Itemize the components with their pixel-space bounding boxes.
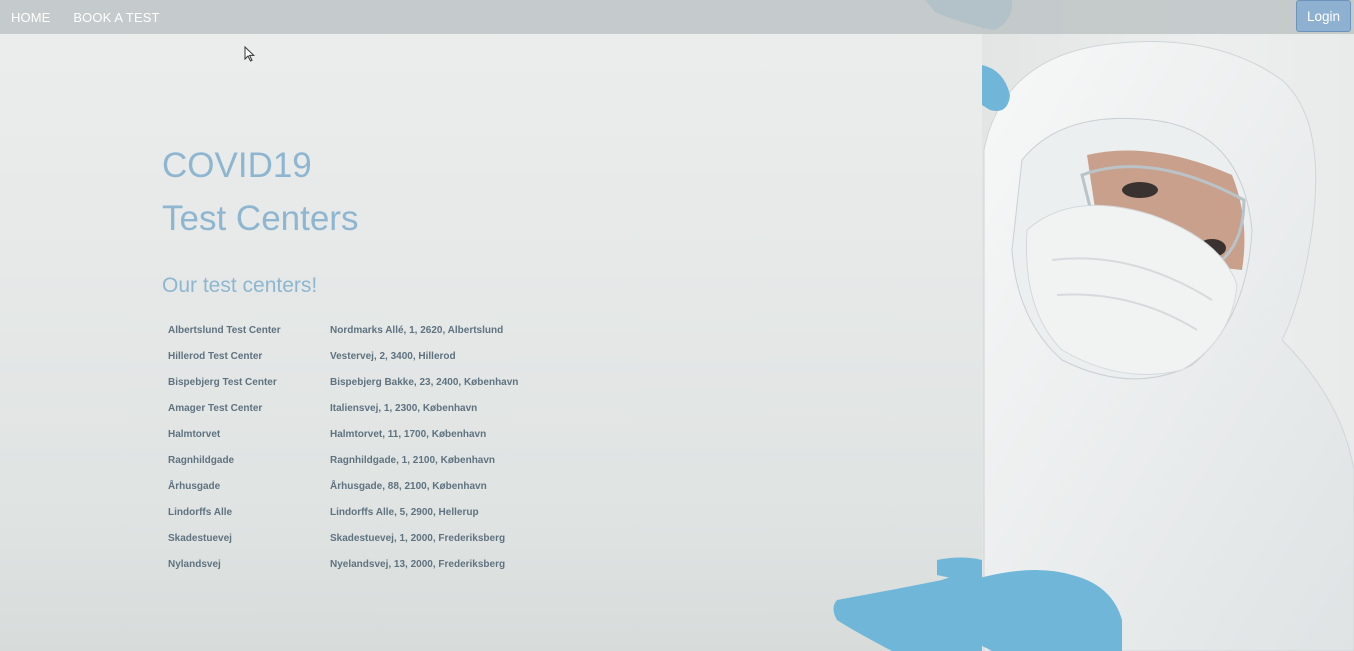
- center-address: Nordmarks Allé, 1, 2620, Albertslund: [330, 324, 504, 336]
- center-address: Nyelandsvej, 13, 2000, Frederiksberg: [330, 558, 506, 570]
- center-address: Skadestuevej, 1, 2000, Frederiksberg: [330, 532, 506, 544]
- center-name: Lindorffs Alle: [168, 506, 233, 518]
- table-row: Albertslund Test Center Nordmarks Allé, …: [162, 317, 518, 343]
- hero-illustration: [982, 0, 1354, 651]
- center-name: Bispebjerg Test Center: [168, 376, 277, 388]
- center-name: Århusgade: [168, 480, 221, 492]
- table-row: Skadestuevej Skadestuevej, 1, 2000, Fred…: [162, 525, 518, 551]
- center-name: Halmtorvet: [168, 428, 221, 440]
- table-row: Nylandsvej Nyelandsvej, 13, 2000, Freder…: [162, 551, 518, 577]
- center-name: Skadestuevej: [168, 532, 232, 544]
- center-address: Ragnhildgade, 1, 2100, København: [330, 454, 496, 466]
- center-name: Amager Test Center: [168, 402, 263, 414]
- center-name: Ragnhildgade: [168, 454, 235, 466]
- test-centers-table: Albertslund Test Center Nordmarks Allé, …: [162, 317, 518, 577]
- center-name: Nylandsvej: [168, 558, 221, 570]
- mouse-cursor-icon: [244, 46, 256, 62]
- center-address: Bispebjerg Bakke, 23, 2400, København: [330, 376, 519, 388]
- table-row: Halmtorvet Halmtorvet, 11, 1700, Københa…: [162, 421, 518, 447]
- top-navbar: HOME BOOK A TEST Login: [0, 0, 1354, 34]
- hazmat-person-image: [982, 0, 1354, 651]
- table-row: Bispebjerg Test Center Bispebjerg Bakke,…: [162, 369, 518, 395]
- table-row: Amager Test Center Italiensvej, 1, 2300,…: [162, 395, 518, 421]
- center-name: Albertslund Test Center: [168, 324, 281, 336]
- table-row: Hillerod Test Center Vestervej, 2, 3400,…: [162, 343, 518, 369]
- login-button[interactable]: Login: [1296, 0, 1351, 32]
- center-address: Halmtorvet, 11, 1700, København: [330, 428, 487, 440]
- center-address: Vestervej, 2, 3400, Hillerod: [330, 350, 456, 362]
- glove-icon: [833, 557, 982, 651]
- center-address: Lindorffs Alle, 5, 2900, Hellerup: [330, 506, 479, 518]
- table-row: Århusgade Århusgade, 88, 2100, København: [162, 473, 518, 499]
- center-address: Århusgade, 88, 2100, København: [330, 480, 487, 492]
- nav-book-test-link[interactable]: BOOK A TEST: [73, 10, 159, 25]
- page-title-line1: COVID19: [162, 146, 312, 185]
- center-address: Italiensvej, 1, 2300, København: [330, 402, 478, 414]
- page-title-line2: Test Centers: [162, 199, 359, 238]
- section-subtitle: Our test centers!: [162, 274, 318, 297]
- table-row: Lindorffs Alle Lindorffs Alle, 5, 2900, …: [162, 499, 518, 525]
- center-name: Hillerod Test Center: [168, 350, 263, 362]
- table-row: Ragnhildgade Ragnhildgade, 1, 2100, Købe…: [162, 447, 518, 473]
- nav-home-link[interactable]: HOME: [11, 10, 50, 25]
